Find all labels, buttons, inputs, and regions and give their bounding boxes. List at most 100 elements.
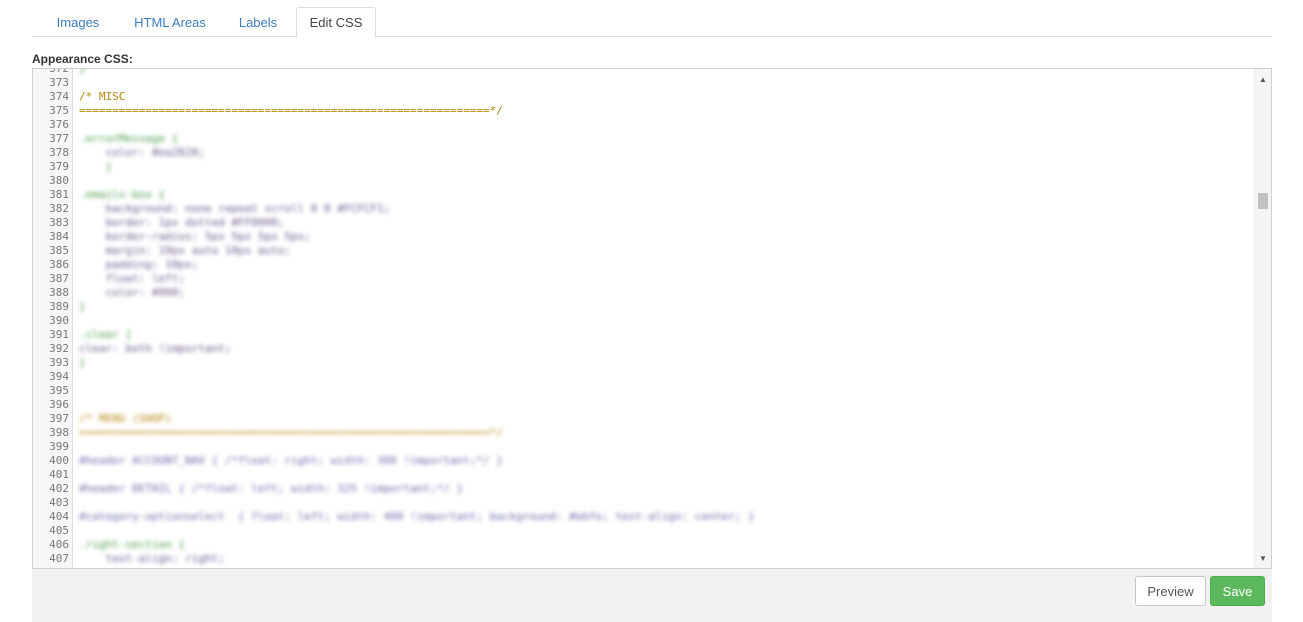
line-number: 386 (49, 258, 69, 271)
line-number: 407 (49, 552, 69, 565)
code-text: } (79, 160, 113, 173)
tab-images[interactable]: Images (44, 7, 112, 37)
code-line: 374 /* MISC (33, 90, 1255, 104)
editor-scrollbar[interactable]: ▲ ▼ (1254, 69, 1271, 568)
css-code-editor[interactable]: 372} 373 374/* MISC 375 ====================… (32, 68, 1272, 569)
line-number: 398 (49, 426, 69, 439)
code-line: 401 (33, 468, 1255, 482)
code-text: ========================================… (79, 426, 503, 439)
code-line: 386 padding: 10px; (33, 258, 1255, 272)
line-number: 374 (49, 90, 69, 103)
code-text: padding: 10px; (79, 258, 199, 271)
code-text: text-align: right; (79, 552, 225, 565)
line-number: 383 (49, 216, 69, 229)
code-line: 395 (33, 384, 1255, 398)
code-line: 376 (33, 118, 1255, 132)
line-number: 405 (49, 524, 69, 537)
save-button[interactable]: Save (1210, 576, 1265, 606)
code-line: 377 .errorMessage { (33, 132, 1255, 146)
scroll-down-arrow-icon[interactable]: ▼ (1255, 550, 1271, 566)
code-line: 389} (33, 300, 1255, 314)
scroll-up-arrow-icon[interactable]: ▲ (1255, 71, 1271, 87)
code-line: 405 (33, 524, 1255, 538)
line-number: 403 (49, 496, 69, 509)
code-line: 380 (33, 174, 1255, 188)
line-number: 385 (49, 244, 69, 257)
code-text: } (79, 68, 86, 75)
code-text: .errorMessage { (79, 132, 179, 145)
code-text: border: 1px dotted #FF0000; (79, 216, 285, 229)
line-number: 392 (49, 342, 69, 355)
line-number: 402 (49, 482, 69, 495)
line-number: 399 (49, 440, 69, 453)
tab-edit-css[interactable]: Edit CSS (296, 7, 376, 38)
line-number: 377 (49, 132, 69, 145)
line-number: 387 (49, 272, 69, 285)
editor-footer: Preview Save (32, 569, 1272, 622)
line-number: 401 (49, 468, 69, 481)
code-line: 382 background: none repeat scroll 0 0 #… (33, 202, 1255, 216)
code-line: 402 #header DETAIL { /*float: left; width… (33, 482, 1255, 496)
line-number: 376 (49, 118, 69, 131)
code-text: color: #ea2828; (79, 146, 205, 159)
line-number: 375 (49, 104, 69, 117)
line-number: 404 (49, 510, 69, 523)
line-number: 372 (49, 68, 69, 75)
code-text: float: left; (79, 272, 185, 285)
appearance-css-label: Appearance CSS: (32, 52, 133, 66)
code-text: } (79, 356, 86, 369)
code-line: 400 #header ACCOUNT_NAV { /*float: right;… (33, 454, 1255, 468)
code-text: color: #000; (79, 286, 185, 299)
code-text: /* MENU (SHOP) (79, 412, 172, 425)
preview-button[interactable]: Preview (1135, 576, 1206, 606)
code-line: 407 text-align: right; (33, 552, 1255, 566)
code-line: 379 } (33, 160, 1255, 174)
code-line: 378 color: #ea2828; (33, 146, 1255, 160)
line-number: 388 (49, 286, 69, 299)
code-line: 391 .clear { (33, 328, 1255, 342)
line-number: 396 (49, 398, 69, 411)
code-line: 396 (33, 398, 1255, 412)
code-line: 390 (33, 314, 1255, 328)
line-number: 384 (49, 230, 69, 243)
code-text: #category-optionselect { float: left; wi… (79, 510, 755, 523)
code-line: 393} (33, 356, 1255, 370)
code-line: 381 .emailx-box { (33, 188, 1255, 202)
code-line: 403 (33, 496, 1255, 510)
tab-html-areas[interactable]: HTML Areas (120, 7, 220, 37)
code-text: background: none repeat scroll 0 0 #FCFC… (79, 202, 391, 215)
line-number: 381 (49, 188, 69, 201)
code-line: 372} (33, 68, 1255, 76)
code-text: margin: 10px auto 10px auto; (79, 244, 291, 257)
line-number: 400 (49, 454, 69, 467)
line-number: 380 (49, 174, 69, 187)
line-number: 391 (49, 328, 69, 341)
line-number: 390 (49, 314, 69, 327)
line-number: 378 (49, 146, 69, 159)
code-text: .emailx-box { (79, 188, 166, 201)
line-number: 382 (49, 202, 69, 215)
line-number: 406 (49, 538, 69, 551)
code-line: 373 (33, 76, 1255, 90)
line-number: 395 (49, 384, 69, 397)
code-text: .right-section { (79, 538, 185, 551)
line-number: 393 (49, 356, 69, 369)
line-number: 389 (49, 300, 69, 313)
line-number: 373 (49, 76, 69, 89)
code-text: /* MISC (79, 90, 126, 103)
code-line: 397 /* MENU (SHOP) (33, 412, 1255, 426)
code-line: 398 =====================================… (33, 426, 1255, 440)
line-number: 397 (49, 412, 69, 425)
code-line: 384 border-radius: 5px 5px 5px 5px; (33, 230, 1255, 244)
code-lines[interactable]: 372} 373 374/* MISC 375 ====================… (33, 69, 1255, 568)
code-line: 375 =====================================… (33, 104, 1255, 118)
code-text: } (79, 300, 86, 313)
code-line: 404 #category-optionselect { float: left;… (33, 510, 1255, 524)
code-text: #header ACCOUNT_NAV { /*float: right; wi… (79, 454, 503, 467)
tab-labels[interactable]: Labels (228, 7, 288, 37)
code-line: 399 (33, 440, 1255, 454)
code-line: 406 .right-section { (33, 538, 1255, 552)
code-line: 388 color: #000; (33, 286, 1255, 300)
scrollbar-thumb[interactable] (1258, 193, 1268, 209)
code-line: 383 border: 1px dotted #FF0000; (33, 216, 1255, 230)
